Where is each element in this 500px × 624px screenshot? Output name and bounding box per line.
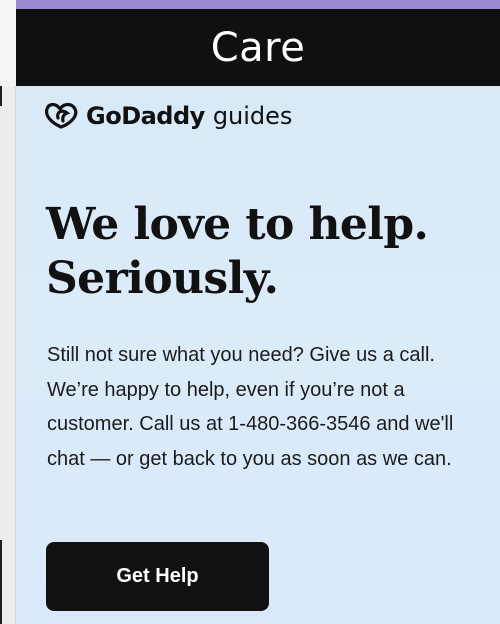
care-header: Care <box>16 9 500 86</box>
left-edge-marker <box>0 86 2 106</box>
care-content-panel: GoDaddy guides We love to help. Seriousl… <box>16 86 500 624</box>
godaddy-logo-icon <box>44 102 78 129</box>
get-help-button[interactable]: Get Help <box>46 542 269 611</box>
page-title: Care <box>210 24 306 71</box>
brand-suffix: guides <box>212 102 293 130</box>
left-divider <box>0 86 16 624</box>
care-screen: Care GoDaddy guides We love to help. Ser… <box>0 0 500 624</box>
left-edge-marker <box>0 540 2 624</box>
top-accent-strip <box>16 0 500 9</box>
brand-name: GoDaddy <box>86 102 205 130</box>
headline-line-1: We love to help. <box>46 199 429 250</box>
help-message: Still not sure what you need? Give us a … <box>47 344 454 470</box>
main-headline: We love to help. Seriously. <box>46 198 466 305</box>
brand-logo: GoDaddy guides <box>44 102 292 130</box>
headline-line-2: Seriously. <box>46 252 279 304</box>
